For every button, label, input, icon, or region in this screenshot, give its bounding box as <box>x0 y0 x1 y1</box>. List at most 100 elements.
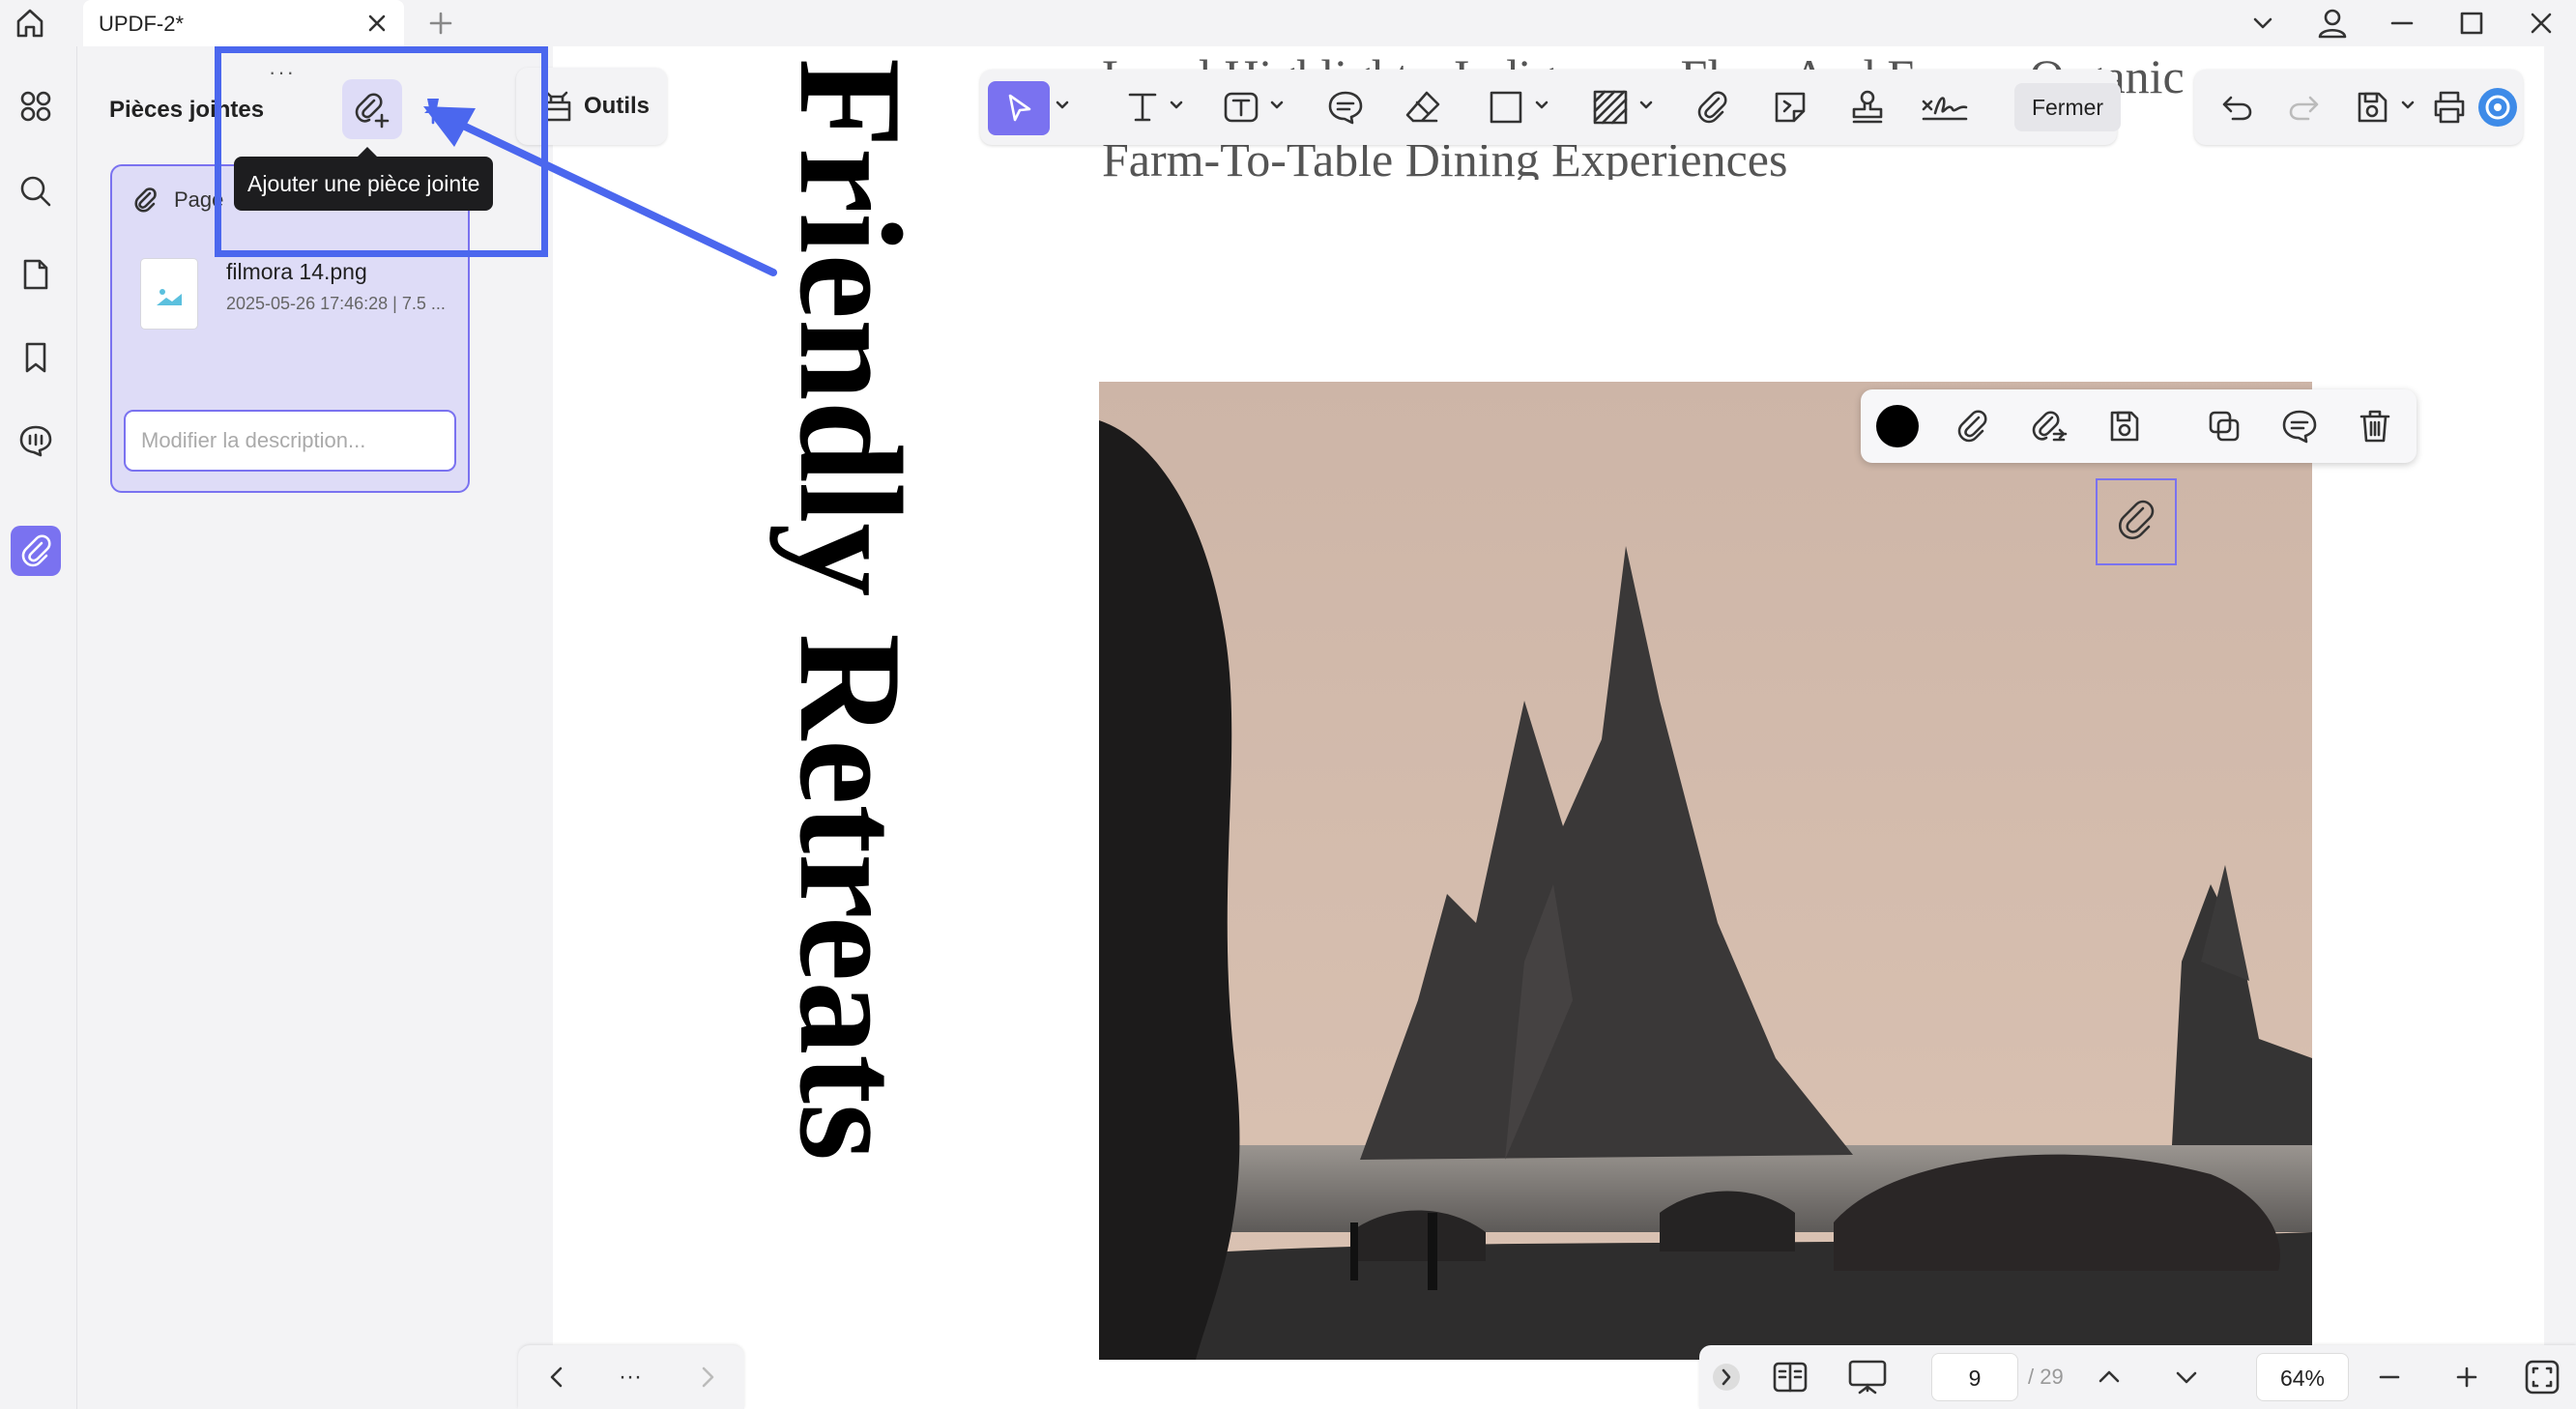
text-tool-button[interactable] <box>1119 84 1166 130</box>
page-nav-bar: ··· <box>518 1345 744 1409</box>
bookmarks-button[interactable] <box>11 332 61 383</box>
save-button[interactable] <box>2349 84 2395 130</box>
eraser-tool-button[interactable] <box>1400 84 1446 130</box>
zoom-in-button[interactable] <box>2447 1355 2486 1399</box>
home-button[interactable] <box>8 2 52 44</box>
add-comment-button[interactable] <box>2276 403 2323 449</box>
nav-more-button[interactable]: ··· <box>611 1355 650 1399</box>
save-icon <box>2358 92 2388 123</box>
attachment-page-header: Page <box>131 186 223 215</box>
chevron-down-icon[interactable] <box>1639 99 1653 112</box>
home-icon <box>16 9 43 38</box>
chevron-right-icon <box>702 1366 714 1388</box>
printer-icon <box>2434 91 2465 124</box>
paperclip-icon <box>1697 91 1727 124</box>
attachment-tool-button[interactable] <box>1690 84 1736 130</box>
search-button[interactable] <box>11 166 61 216</box>
page-icon <box>23 259 48 290</box>
document-tab[interactable]: UPDF-2* <box>83 0 404 46</box>
pages-button[interactable] <box>11 249 61 300</box>
close-window-button[interactable] <box>2506 0 2576 46</box>
chevron-down-icon[interactable] <box>2401 99 2415 112</box>
left-sidebar-rail <box>0 46 77 1409</box>
attachment-file-name: filmora 14.png <box>226 259 367 284</box>
thumbnails-button[interactable] <box>11 81 61 131</box>
replace-attachment-button[interactable] <box>2025 403 2071 449</box>
close-icon <box>2531 13 2552 34</box>
user-icon <box>2318 9 2347 39</box>
pin-panel-button[interactable] <box>414 91 452 129</box>
sticky-note-icon <box>1775 92 1806 123</box>
zoom-level[interactable]: 64% <box>2256 1353 2349 1401</box>
toolbox-icon <box>542 91 571 122</box>
hatched-area-icon <box>1593 90 1628 125</box>
previous-page-button[interactable] <box>2090 1355 2128 1399</box>
chevron-down-icon[interactable] <box>1535 99 1548 112</box>
print-button[interactable] <box>2426 84 2473 130</box>
zoom-out-button[interactable] <box>2370 1355 2409 1399</box>
redo-icon <box>2289 96 2319 121</box>
paperclip-icon <box>2118 500 2155 540</box>
ai-assistant-button[interactable] <box>2475 83 2521 131</box>
stamp-tool-button[interactable] <box>1844 84 1891 130</box>
select-tool-button[interactable] <box>988 81 1050 135</box>
add-attachment-button[interactable] <box>342 79 402 139</box>
attachment-page-label: Page <box>174 187 224 212</box>
close-edit-button[interactable]: Fermer <box>2014 83 2121 131</box>
ai-assistant-icon <box>2478 88 2517 127</box>
minimize-button[interactable] <box>2367 0 2437 46</box>
fit-page-button[interactable] <box>2521 1355 2563 1399</box>
chevron-down-icon[interactable] <box>1170 99 1183 112</box>
new-tab-icon[interactable] <box>427 10 454 37</box>
rectangle-icon <box>1490 91 1522 124</box>
tab-title: UPDF-2* <box>99 12 185 36</box>
area-highlight-tool-button[interactable] <box>1587 84 1634 130</box>
signature-tool-button[interactable] <box>1918 84 1972 130</box>
chevron-down-icon[interactable] <box>1056 99 1069 112</box>
rectangle-tool-button[interactable] <box>1483 84 1529 130</box>
panel-title: Pièces jointes <box>109 97 265 123</box>
delete-button[interactable] <box>2352 403 2398 449</box>
sticky-note-tool-button[interactable] <box>1767 84 1813 130</box>
color-picker-button[interactable] <box>1874 403 1921 449</box>
maximize-button[interactable] <box>2437 0 2506 46</box>
textbox-tool-button[interactable] <box>1218 84 1264 130</box>
next-button[interactable] <box>688 1355 727 1399</box>
undo-button[interactable] <box>2214 84 2260 130</box>
duplicate-button[interactable] <box>2201 403 2247 449</box>
next-page-button[interactable] <box>2167 1355 2206 1399</box>
chevron-left-icon <box>550 1366 563 1388</box>
comments-button[interactable] <box>11 416 61 466</box>
close-tab-icon[interactable] <box>363 10 391 37</box>
save-attachment-button[interactable] <box>2100 403 2147 449</box>
edit-toolbar: Fermer <box>980 70 2121 145</box>
comment-icon <box>19 425 52 457</box>
right-toolbar <box>2194 70 2523 145</box>
tools-button[interactable]: Outils <box>516 68 667 145</box>
comment-tool-button[interactable] <box>1322 84 1369 130</box>
chevron-down-icon[interactable] <box>1270 99 1284 112</box>
page-layout-button[interactable] <box>1767 1355 1813 1399</box>
file-attachment-annotation[interactable] <box>2096 478 2177 565</box>
attachment-description-input[interactable] <box>124 410 456 472</box>
paperclip-icon <box>1957 410 1987 443</box>
comment-icon <box>2282 410 2317 444</box>
collapse-status-button[interactable] <box>1709 1355 1744 1399</box>
chevron-down-icon <box>2176 1371 2197 1384</box>
attachment-icon-style-button[interactable] <box>1950 403 1996 449</box>
total-pages: / 29 <box>2028 1365 2064 1389</box>
attachments-button[interactable] <box>11 526 61 576</box>
trash-icon <box>2359 410 2390 443</box>
bookmark-icon <box>25 342 46 373</box>
current-page-input[interactable]: 9 <box>1931 1353 2018 1401</box>
panel-drag-handle[interactable]: ··· <box>269 60 296 85</box>
presentation-button[interactable] <box>1842 1355 1893 1399</box>
previous-button[interactable] <box>537 1355 576 1399</box>
chevron-down-icon <box>2253 17 2272 29</box>
add-attachment-tooltip: Ajouter une pièce jointe <box>234 147 494 211</box>
paperclip-icon <box>21 534 51 567</box>
grid-icon <box>20 91 51 122</box>
redo-button[interactable] <box>2281 84 2328 130</box>
chevron-right-circle-icon <box>1713 1364 1740 1391</box>
attachment-card[interactable]: Page filmora 14.png 2025-05-26 17:46:28 … <box>110 164 470 493</box>
